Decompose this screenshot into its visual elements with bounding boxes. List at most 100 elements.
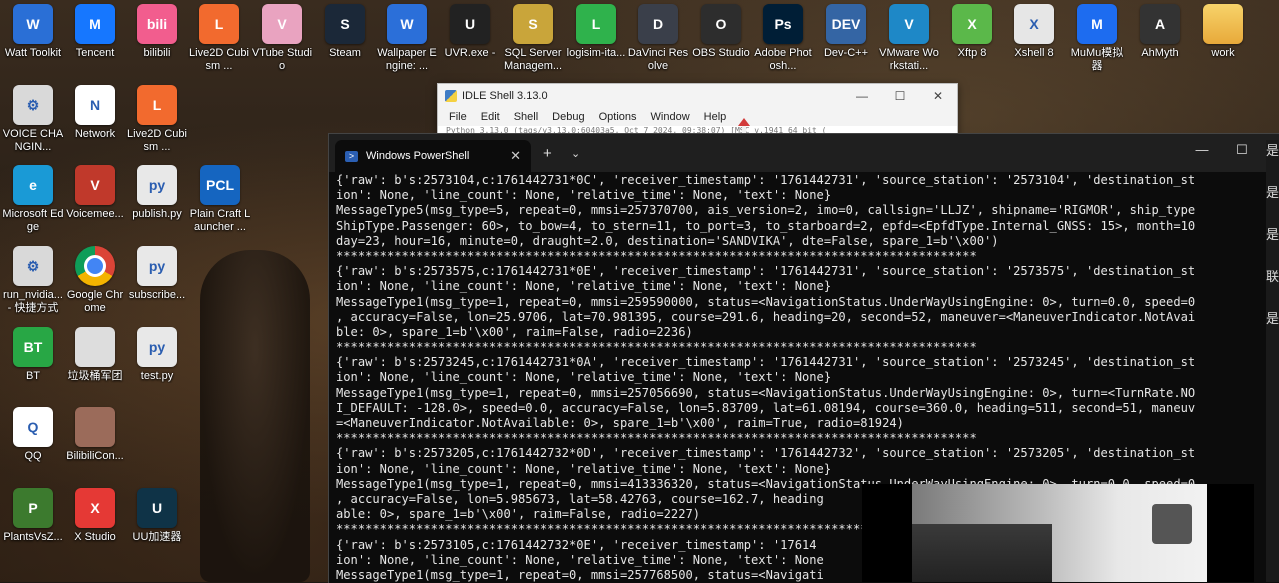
desktop-icon-network[interactable]: N Network: [64, 85, 126, 141]
terminal-line: ion': None, 'line_count': None, 'relativ…: [336, 188, 832, 203]
desktop-icon-tencent[interactable]: M Tencent: [64, 4, 126, 60]
desktop-icon-sql-server[interactable]: S SQL Server Managem...: [502, 4, 564, 73]
desktop-icon-label: DaVinci Resolve: [627, 47, 689, 72]
close-button[interactable]: ✕: [919, 89, 957, 103]
desktop-icon-voicemeeter[interactable]: V Voicemee...: [64, 165, 126, 221]
desktop-icon-vmware[interactable]: V VMware Workstati...: [878, 4, 940, 73]
desktop-icon-vtube-studio[interactable]: V VTube Studio: [251, 4, 313, 73]
trash-legion-icon: [75, 327, 115, 367]
bilibili-con-icon: [75, 407, 115, 447]
desktop-icon-publish-py[interactable]: py publish.py: [126, 165, 188, 221]
desktop-icon-bilibili[interactable]: bili bilibili: [126, 4, 188, 60]
desktop-icon-xftp[interactable]: X Xftp 8: [941, 4, 1003, 60]
desktop-icon-microsoft-edge[interactable]: e Microsoft Edge: [2, 165, 64, 234]
desktop-icon-label: Google Chrome: [66, 289, 124, 314]
subscribe-py-icon: py: [137, 246, 177, 286]
desktop-icon-live2d-cubism-2[interactable]: L Live2D Cubism ...: [126, 85, 188, 154]
desktop-icon-label: Voicemee...: [66, 208, 124, 220]
menu-options[interactable]: Options: [592, 108, 644, 126]
desktop-icon-google-chrome[interactable]: Google Chrome: [64, 246, 126, 315]
dev-cpp-icon: DEV: [826, 4, 866, 44]
tab-windows-powershell[interactable]: > Windows PowerShell ✕: [335, 140, 531, 172]
xshell-icon: X: [1014, 4, 1054, 44]
work-folder-icon: [1203, 4, 1243, 44]
menu-help[interactable]: Help: [697, 108, 734, 126]
desktop-icon-dev-cpp[interactable]: DEV Dev-C++: [815, 4, 877, 60]
terminal-line: {'raw': b's:2573245,c:1761442731*0A', 'r…: [336, 355, 1196, 370]
tab-dropdown-button[interactable]: ⌄: [571, 147, 580, 160]
desktop-icon-test-py[interactable]: py test.py: [126, 327, 188, 383]
new-tab-button[interactable]: +: [543, 145, 552, 162]
idle-menubar: File Edit Shell Debug Options Window Hel…: [438, 108, 957, 126]
idle-titlebar[interactable]: IDLE Shell 3.13.0 — ☐ ✕: [438, 84, 957, 108]
bilibili-icon: bili: [137, 4, 177, 44]
desktop-icon-bilibili-con[interactable]: BilibiliCon...: [64, 407, 126, 463]
voicemeeter-icon: V: [75, 165, 115, 205]
webcam-image: [912, 484, 1207, 582]
desktop-icon-x-studio[interactable]: X X Studio: [64, 488, 126, 544]
desktop-icon-plants-vs-zombies[interactable]: P PlantsVsZ...: [2, 488, 64, 544]
desktop-icon-label: work: [1211, 47, 1235, 59]
network-icon: N: [75, 85, 115, 125]
edge-glyph: 是: [1266, 186, 1279, 201]
desktop-icon-label: logisim-ita...: [566, 47, 626, 59]
desktop-icon-wallpaper-engine[interactable]: W Wallpaper Engine: ...: [376, 4, 438, 73]
terminal-line: ****************************************…: [336, 340, 977, 355]
desktop-icon-live2d-cubism[interactable]: L Live2D Cubism ...: [188, 4, 250, 73]
desktop-icon-trash-legion[interactable]: 垃圾桶军团: [64, 327, 126, 383]
menu-shell[interactable]: Shell: [507, 108, 545, 126]
maximize-button[interactable]: ☐: [881, 89, 919, 103]
desktop-icon-label: UU加速器: [132, 531, 182, 543]
desktop-icon-subscribe-py[interactable]: py subscribe...: [126, 246, 188, 302]
uvr-icon: U: [450, 4, 490, 44]
desktop-icon-label: UVR.exe -: [444, 47, 496, 59]
tencent-icon: M: [75, 4, 115, 44]
minimize-button[interactable]: —: [843, 89, 881, 103]
desktop-icon-label: publish.py: [132, 208, 182, 220]
desktop-icon-label: Wallpaper Engine: ...: [377, 47, 437, 72]
wallpaper-statue: [200, 250, 310, 582]
desktop-icon-run-nvidia-shortcut[interactable]: ⚙ run_nvidia... - 快捷方式: [2, 246, 64, 315]
tab-close-icon[interactable]: ✕: [510, 148, 521, 164]
desktop-icon-bt[interactable]: BT BT: [2, 327, 64, 383]
maximize-button[interactable]: ☐: [1222, 142, 1262, 158]
desktop-icon-plain-craft-launcher[interactable]: PCL Plain Craft Launcher ...: [189, 165, 251, 234]
desktop-icon-obs-studio[interactable]: O OBS Studio: [690, 4, 752, 60]
terminal-line: ble: 0>, spare_1=b'\x00', raim=False, ra…: [336, 324, 693, 339]
terminal-line: day=23, hour=16, minute=0, draught=2.0, …: [336, 233, 999, 248]
desktop-icon-label: AhMyth: [1141, 47, 1179, 59]
desktop-icon-uvr[interactable]: U UVR.exe -: [439, 4, 501, 60]
xftp-icon: X: [952, 4, 992, 44]
desktop-icon-watt-toolkit[interactable]: W Watt Toolkit: [2, 4, 64, 60]
photoshop-icon: Ps: [763, 4, 803, 44]
terminal-line: I_DEFAULT: -128.0>, speed=0.0, accuracy=…: [336, 400, 1196, 415]
desktop-icon-work-folder[interactable]: work: [1192, 4, 1254, 60]
desktop-icon-voice-changer[interactable]: ⚙ VOICE CHANGIN...: [2, 85, 64, 154]
desktop-icon-steam[interactable]: S Steam: [314, 4, 376, 60]
terminal-line: {'raw': b's:2573575,c:1761442731*0E', 'r…: [336, 264, 1196, 279]
desktop-icon-photoshop[interactable]: Ps Adobe Photosh...: [752, 4, 814, 73]
edge-glyph: 是: [1266, 144, 1279, 159]
plain-craft-launcher-icon: PCL: [200, 165, 240, 205]
desktop-icon-uu-accelerator[interactable]: U UU加速器: [126, 488, 188, 544]
terminal-line: MessageType1(msg_type=1, repeat=0, mmsi=…: [336, 385, 1196, 400]
uu-accelerator-icon: U: [137, 488, 177, 528]
menu-debug[interactable]: Debug: [545, 108, 591, 126]
desktop-icon-label: Dev-C++: [823, 47, 869, 59]
terminal-line: MessageType1(msg_type=1, repeat=0, mmsi=…: [336, 294, 1196, 309]
desktop-icon-mumu[interactable]: M MuMu模拟器: [1066, 4, 1128, 73]
idle-shell-window[interactable]: IDLE Shell 3.13.0 — ☐ ✕ File Edit Shell …: [437, 83, 958, 137]
menu-edit[interactable]: Edit: [474, 108, 507, 126]
desktop-icon-ahmyth[interactable]: A AhMyth: [1129, 4, 1191, 60]
menu-file[interactable]: File: [442, 108, 474, 126]
minimize-button[interactable]: —: [1182, 142, 1222, 158]
webcam-overlay: [862, 484, 1254, 582]
desktop-icon-davinci-resolve[interactable]: D DaVinci Resolve: [627, 4, 689, 73]
publish-py-icon: py: [137, 165, 177, 205]
bt-icon: BT: [13, 327, 53, 367]
desktop-icon-xshell[interactable]: X Xshell 8: [1003, 4, 1065, 60]
menu-window[interactable]: Window: [644, 108, 697, 126]
desktop-icon-logisim[interactable]: Llogisim-ita...: [565, 4, 627, 60]
desktop-icon-label: VMware Workstati...: [879, 47, 939, 72]
desktop-icon-qq[interactable]: Q QQ: [2, 407, 64, 463]
